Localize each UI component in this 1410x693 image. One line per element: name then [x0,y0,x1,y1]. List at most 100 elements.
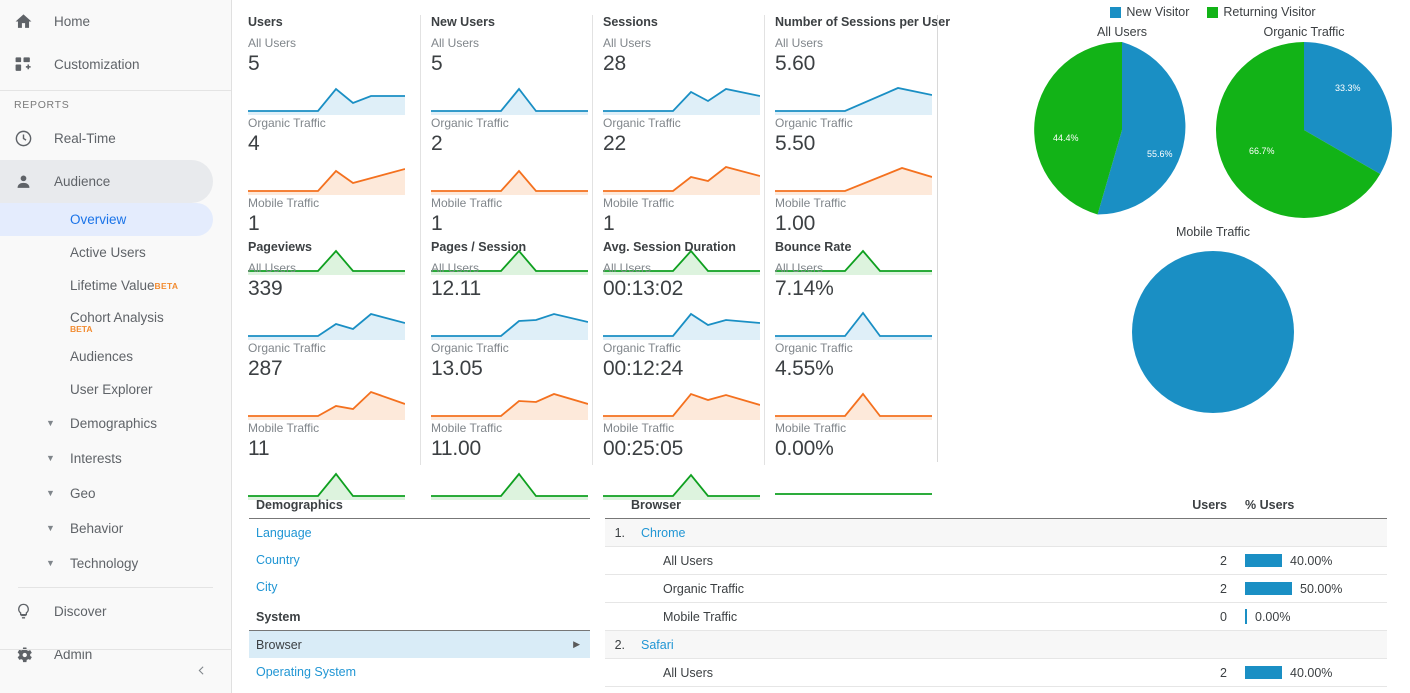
pie-cell-all-users: All Users 55.6% 44.4% [1031,19,1213,219]
sidebar-item-discover[interactable]: Discover [0,590,231,633]
table-row[interactable]: All Users 2 40.00% [605,546,1387,575]
main-content: Users All Users 5 Organic Traffic 4 Mobile… [233,0,1410,693]
sidebar-collapse-button[interactable] [0,649,232,693]
sidebar-item-active-users[interactable]: Active Users [0,236,231,269]
sparkline-mobile [603,473,760,500]
item-label: Country [256,552,300,567]
customization-icon [14,55,54,74]
pie-chart-organic-traffic[interactable]: 33.3% 66.7% [1213,41,1395,219]
pie-label-new: 33.3% [1335,83,1361,93]
system-item-browser[interactable]: Browser ▶ [249,631,590,658]
sidebar-item-real-time[interactable]: Real-Time [0,117,231,160]
sidebar-item-behavior[interactable]: ▼ Behavior [0,511,231,546]
segment-label: All Users [775,36,824,50]
metric-card-title: Avg. Session Duration [603,240,736,254]
sidebar-item-overview[interactable]: Overview [0,203,213,236]
sidebar-item-user-explorer[interactable]: User Explorer [0,373,231,406]
metric-card-bounce-rate[interactable]: Bounce Rate All Users 7.14% Organic Traff… [764,240,936,495]
metric-card-users[interactable]: Users All Users 5 Organic Traffic 4 Mobile… [248,15,420,275]
metric-segment: Organic Traffic 287 [248,340,412,382]
pie-chart-mobile-traffic[interactable]: 100% [1023,241,1403,423]
sidebar-item-label: Lifetime Value [70,278,155,293]
metric-card-title: Users [248,15,283,29]
row-index: 2. [605,630,631,659]
pie-chart-all-users[interactable]: 55.6% 44.4% [1031,41,1213,219]
table-row[interactable]: Mobile Traffic 0 0.00% [605,602,1387,631]
sidebar-item-label: Customization [54,57,140,72]
table-row[interactable]: Organic Traffic 2 50.00% [605,574,1387,603]
metric-segment: All Users 12.11 [431,260,584,302]
sparkline-all-users [775,311,932,340]
sidebar-item-technology[interactable]: ▼ Technology [0,546,231,581]
sparkline-all-users [431,313,588,340]
panel-divider [937,15,938,462]
segment-value: 5.60 [775,52,816,75]
legend-item-new-visitor: New Visitor [1110,5,1189,19]
segment-value: 2 [431,132,443,155]
table-row[interactable]: All Users 2 40.00% [605,658,1387,687]
metric-segment: Mobile Traffic 11 [248,420,412,462]
metric-card-sessions[interactable]: Sessions All Users 28 Organic Traffic 22 M… [592,15,764,275]
metric-segment: Organic Traffic 4 [248,115,412,157]
row-name[interactable]: Safari [631,630,1181,659]
percent-value: 50.00% [1300,581,1343,596]
metric-card-pages-per-session[interactable]: Pages / Session All Users 12.11 Organic T… [420,240,592,500]
row-name[interactable]: Chrome [631,518,1181,547]
system-item-operating-system[interactable]: Operating System [249,658,590,685]
browser-table: Browser Users % Users 1. Chrome All User… [605,498,1387,687]
segment-value: 5 [431,52,443,75]
row-users: 2 [1181,658,1237,687]
segment-label: Mobile Traffic [603,196,675,210]
sparkline-organic [775,167,932,195]
system-header: System [249,600,590,631]
demographics-item-country[interactable]: Country [249,546,590,573]
metric-card-avg-session-duration[interactable]: Avg. Session Duration All Users 00:13:02 … [592,240,764,500]
sidebar-item-label: Interests [70,451,122,466]
row-index: 1. [605,518,631,547]
sidebar-item-lifetime-value[interactable]: Lifetime Value BETA [0,269,231,302]
table-row[interactable]: 2. Safari [605,630,1387,659]
metric-segment: All Users 7.14% [775,260,928,302]
metric-segment: All Users 28 [603,35,756,77]
segment-value: 1 [431,212,443,235]
users-column-header[interactable]: Users [1181,498,1237,519]
segment-value: 00:13:02 [603,277,684,300]
metric-segment: Organic Traffic 2 [431,115,584,157]
chart-legend: New Visitor Returning Visitor [1023,0,1403,19]
metric-card-new-users[interactable]: New Users All Users 5 Organic Traffic 2 Mo… [420,15,592,275]
percent-bar [1245,666,1282,679]
demographics-header: Demographics [249,498,590,519]
sidebar-item-customization[interactable]: Customization [0,43,231,86]
browser-link-chrome[interactable]: Chrome [641,526,685,540]
home-icon [14,12,54,31]
browser-column-header[interactable]: Browser [631,498,1181,519]
row-users [1181,518,1237,547]
sidebar-item-label: Cohort Analysis [70,309,164,325]
sidebar-item-home[interactable]: Home [0,0,231,43]
browser-link-safari[interactable]: Safari [641,638,674,652]
sidebar-item-geo[interactable]: ▼ Geo [0,476,231,511]
table-row[interactable]: 1. Chrome [605,518,1387,547]
metric-card-pageviews[interactable]: Pageviews All Users 339 Organic Traffic 28… [248,240,420,500]
percent-users-column-header[interactable]: % Users [1237,498,1387,519]
sparkline-organic [248,168,405,195]
row-percent: 0.00% [1237,602,1387,631]
sparkline-mobile [431,472,588,500]
sidebar-item-cohort-analysis[interactable]: Cohort Analysis BETA [0,302,231,340]
pie-title: All Users [1096,25,1147,39]
demographics-item-city[interactable]: City [249,573,590,600]
sidebar-item-demographics[interactable]: ▼ Demographics [0,406,231,441]
sparkline-all-users [248,87,405,115]
pie-label-new: 55.6% [1147,149,1173,159]
sidebar-item-interests[interactable]: ▼ Interests [0,441,231,476]
sidebar-item-label: Demographics [70,416,158,431]
sidebar-item-audience[interactable]: Audience [0,160,213,203]
sidebar-item-audiences[interactable]: Audiences [0,340,231,373]
segment-label: Mobile Traffic [248,421,320,435]
metric-card-sessions-per-user[interactable]: Number of Sessions per User All Users 5.6… [764,15,950,275]
demographics-item-language[interactable]: Language [249,519,590,546]
segment-label: All Users [603,36,652,50]
row-percent [1237,630,1387,659]
chevron-left-icon [195,664,208,680]
segment-value: 11.00 [431,437,481,460]
